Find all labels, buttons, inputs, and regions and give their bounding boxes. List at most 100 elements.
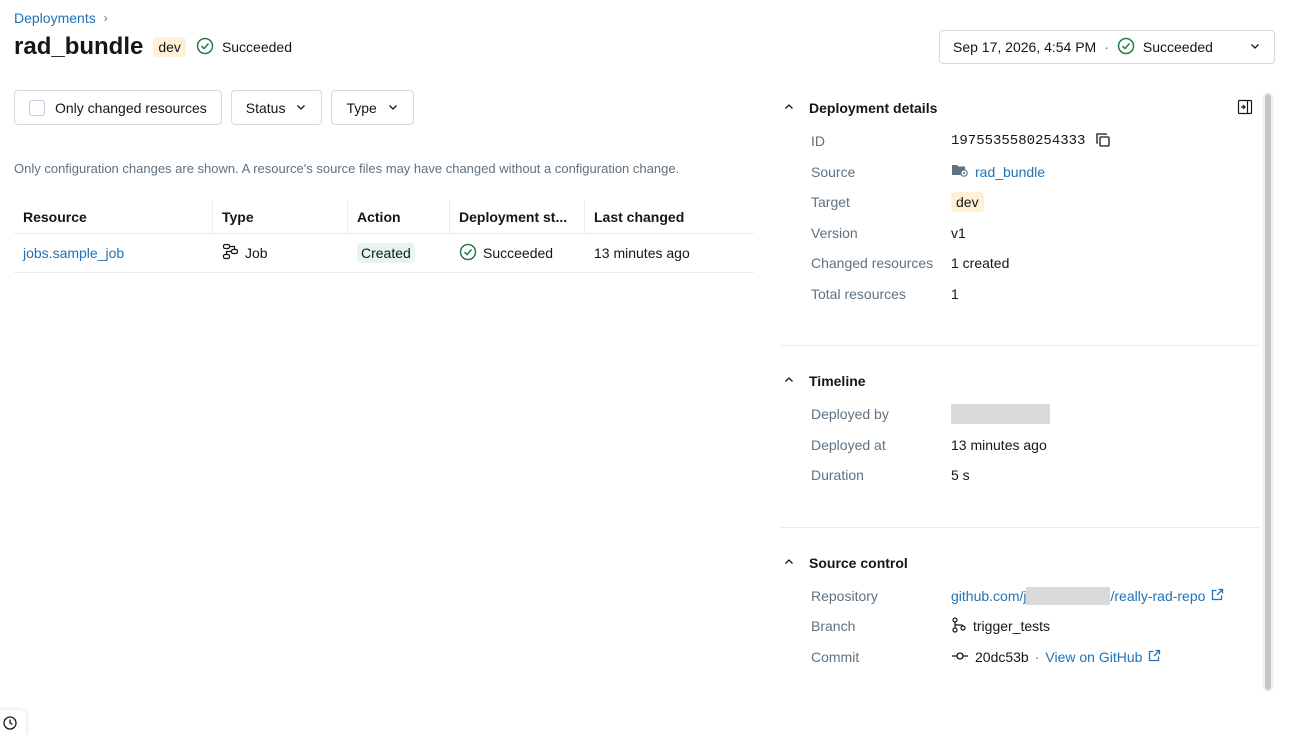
info-text: Only configuration changes are shown. A …	[14, 161, 680, 176]
status-cell: Succeeded	[450, 234, 585, 272]
source-row-branch: Branch trigger_tests	[780, 611, 1260, 642]
version-value: v1	[951, 224, 966, 241]
branch-icon	[951, 617, 967, 636]
check-circle-icon	[1117, 37, 1135, 58]
timeline-section: Timeline Deployed by Deployed at 13 minu…	[780, 346, 1260, 528]
job-icon	[222, 243, 239, 263]
detail-key: Duration	[811, 467, 864, 484]
detail-key: Branch	[811, 618, 856, 635]
title-row: rad_bundle dev Succeeded	[14, 33, 292, 61]
commit-icon	[951, 649, 969, 665]
checkbox-box[interactable]	[29, 99, 45, 116]
version-separator: ·	[1104, 39, 1109, 55]
changed-resources-value: 1 created	[951, 255, 1010, 272]
timeline-header[interactable]: Timeline	[780, 363, 1260, 399]
only-changed-resources-checkbox[interactable]: Only changed resources	[14, 90, 222, 125]
redacted-user	[951, 404, 1050, 425]
type-filter-label: Type	[346, 99, 377, 116]
chevron-up-icon[interactable]	[783, 555, 795, 571]
timeline-row-deployed-at: Deployed at 13 minutes ago	[780, 430, 1260, 461]
breadcrumb-separator: ›	[103, 11, 108, 25]
filter-bar: Only changed resources Status Type	[14, 90, 414, 125]
detail-key: Changed resources	[811, 255, 934, 272]
duration-value: 5 s	[951, 467, 970, 484]
commit-hash: 20dc53b	[975, 648, 1029, 665]
column-header-action[interactable]: Action	[348, 201, 450, 233]
panel-scrollbar[interactable]	[1262, 92, 1274, 692]
table-row: jobs.sample_job Job Created Succeeded 13…	[14, 234, 754, 273]
repository-link[interactable]: github.com/j /really-rad-repo	[951, 586, 1206, 605]
bundle-folder-icon	[951, 162, 969, 181]
breadcrumb-deployments-link[interactable]: Deployments	[14, 10, 96, 26]
source-link[interactable]: rad_bundle	[975, 164, 1045, 180]
source-control-title: Source control	[809, 554, 908, 571]
column-header-type[interactable]: Type	[213, 201, 348, 233]
deployment-details-title: Deployment details	[809, 100, 938, 116]
details-panel: Deployment details ID 1975535580254333 S…	[780, 90, 1260, 672]
detail-key: Source	[811, 163, 856, 180]
collapse-panel-icon[interactable]	[1237, 99, 1253, 118]
chevron-up-icon[interactable]	[783, 100, 795, 116]
chevron-up-icon[interactable]	[783, 373, 795, 389]
view-on-github-link[interactable]: View on GitHub	[1045, 649, 1142, 665]
timeline-title: Timeline	[809, 373, 866, 389]
last-changed-cell: 13 minutes ago	[594, 245, 690, 261]
deployment-status: Succeeded	[196, 37, 292, 58]
repository-prefix: github.com/j	[951, 587, 1027, 604]
column-header-last-changed[interactable]: Last changed	[585, 201, 754, 233]
history-button[interactable]	[0, 710, 26, 734]
deployment-id: 1975535580254333	[951, 133, 1086, 150]
breadcrumb: Deployments ›	[14, 10, 108, 26]
history-icon	[2, 715, 18, 734]
status-filter-label: Status	[245, 99, 286, 116]
detail-key: Deployed at	[811, 436, 886, 453]
resource-link[interactable]: jobs.sample_job	[23, 245, 124, 261]
detail-row-target: Target dev	[780, 187, 1260, 218]
detail-row-source: Source rad_bundle	[780, 157, 1260, 188]
deployment-details-header[interactable]: Deployment details	[780, 90, 1260, 126]
external-link-icon[interactable]	[1211, 588, 1224, 604]
version-timestamp: Sep 17, 2026, 4:54 PM	[953, 39, 1097, 55]
deployment-version-select[interactable]: Sep 17, 2026, 4:54 PM · Succeeded	[939, 30, 1275, 64]
detail-key: Commit	[811, 648, 860, 665]
scrollbar-thumb[interactable]	[1265, 94, 1271, 690]
version-status-label: Succeeded	[1142, 39, 1213, 55]
commit-separator: ·	[1034, 648, 1040, 665]
target-tag: dev	[153, 37, 186, 57]
action-cell: Created	[348, 234, 450, 272]
deployed-at-value: 13 minutes ago	[951, 436, 1047, 453]
check-circle-icon	[196, 37, 214, 58]
source-control-header[interactable]: Source control	[780, 545, 1260, 581]
page-title: rad_bundle	[14, 33, 144, 60]
total-resources-value: 1	[951, 285, 959, 302]
source-row-repository: Repository github.com/j /really-rad-repo	[780, 581, 1260, 612]
table-header: Resource Type Action Deployment st... La…	[14, 201, 754, 234]
copy-icon[interactable]	[1095, 132, 1111, 151]
timeline-row-duration: Duration 5 s	[780, 460, 1260, 491]
detail-row-changed-resources: Changed resources 1 created	[780, 248, 1260, 279]
external-link-icon[interactable]	[1148, 649, 1161, 665]
repository-suffix: /really-rad-repo	[1110, 587, 1206, 604]
column-header-resource[interactable]: Resource	[14, 201, 213, 233]
detail-key: Target	[811, 194, 850, 211]
type-filter-button[interactable]: Type	[331, 90, 414, 125]
chevron-down-icon	[387, 100, 399, 116]
chevron-down-icon	[295, 100, 307, 116]
column-header-deployment-status[interactable]: Deployment st...	[450, 201, 585, 233]
action-tag: Created	[357, 243, 415, 263]
detail-key: Version	[811, 224, 858, 241]
detail-row-version: Version v1	[780, 218, 1260, 249]
deployment-status-label: Succeeded	[221, 39, 292, 55]
status-filter-button[interactable]: Status	[230, 90, 323, 125]
check-circle-icon	[459, 243, 477, 264]
timeline-row-deployed-by: Deployed by	[780, 399, 1260, 430]
source-control-section: Source control Repository github.com/j /…	[780, 528, 1260, 673]
detail-row-total-resources: Total resources 1	[780, 279, 1260, 310]
detail-key: Deployed by	[811, 406, 889, 423]
status-label: Succeeded	[483, 245, 554, 261]
detail-key: ID	[811, 133, 825, 150]
branch-value: trigger_tests	[973, 618, 1051, 635]
type-label: Job	[245, 245, 268, 261]
redacted-org	[1026, 586, 1111, 605]
chevron-down-icon	[1249, 39, 1261, 55]
